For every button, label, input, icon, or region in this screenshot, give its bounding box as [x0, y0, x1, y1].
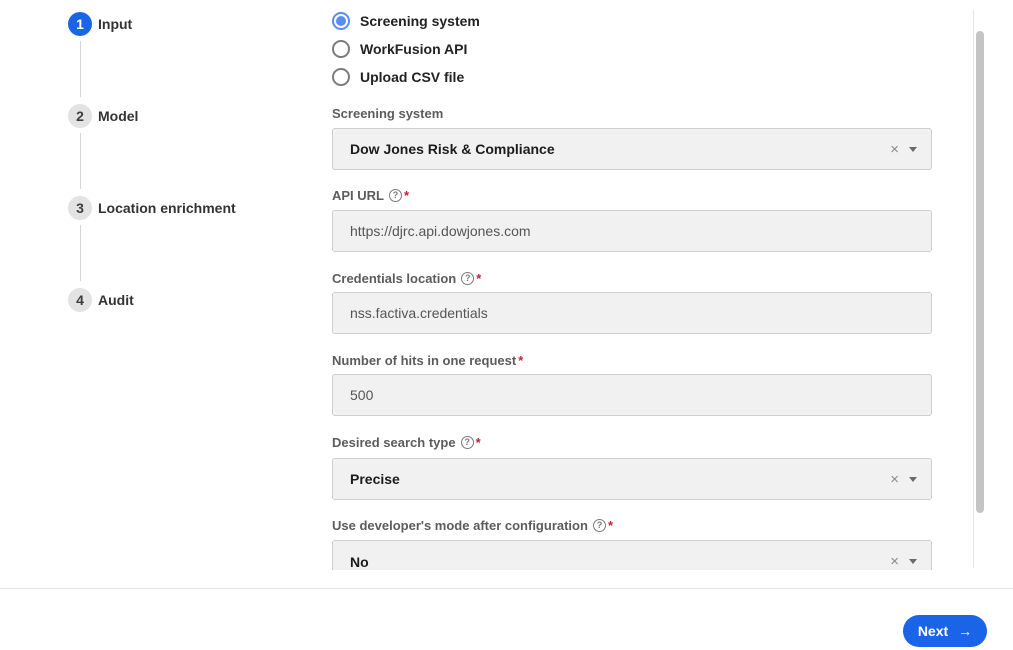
help-icon[interactable]: ? [592, 519, 606, 532]
step-label: Location enrichment [98, 200, 236, 216]
clear-icon[interactable]: × [890, 471, 899, 488]
step-input[interactable]: 1 Input [68, 12, 132, 36]
radio-screening-system[interactable]: Screening system [332, 12, 480, 30]
required-marker: * [607, 518, 613, 533]
radio-button[interactable] [332, 40, 350, 58]
step-label: Audit [98, 292, 134, 308]
step-connector [80, 133, 81, 189]
radio-workfusion-api[interactable]: WorkFusion API [332, 40, 467, 58]
credentials-location-input[interactable]: nss.factiva.credentials [332, 292, 932, 334]
next-button-label: Next [917, 623, 949, 639]
radio-button[interactable] [332, 12, 350, 30]
scrollbar-thumb[interactable] [976, 31, 984, 513]
hits-input[interactable]: 500 [332, 374, 932, 416]
search-type-select[interactable]: Precise × [332, 458, 932, 500]
required-marker: * [404, 188, 410, 203]
input-value: 500 [350, 387, 374, 403]
input-value: https://djrc.api.dowjones.com [350, 223, 531, 239]
step-number: 1 [68, 12, 92, 36]
developer-mode-select[interactable]: No × [332, 540, 932, 570]
clear-icon[interactable]: × [890, 553, 899, 570]
api-url-label: API URL ? * [332, 188, 410, 203]
radio-label: WorkFusion API [360, 41, 468, 57]
developer-mode-label: Use developer's mode after configuration… [332, 518, 613, 533]
chevron-down-icon[interactable] [909, 558, 917, 564]
step-number: 3 [68, 196, 92, 220]
required-marker: * [476, 271, 482, 286]
credentials-location-label: Credentials location ? * [332, 271, 482, 286]
next-button[interactable]: Next → [903, 615, 987, 647]
input-value: nss.factiva.credentials [350, 305, 488, 321]
radio-button[interactable] [332, 68, 350, 86]
chevron-down-icon[interactable] [909, 476, 917, 482]
select-value: Precise [350, 471, 400, 487]
radio-label: Screening system [360, 13, 480, 29]
step-location-enrichment[interactable]: 3 Location enrichment [68, 196, 236, 220]
step-number: 4 [68, 288, 92, 312]
select-value: No [350, 554, 369, 570]
chevron-down-icon[interactable] [909, 146, 917, 152]
required-marker: * [518, 353, 524, 368]
help-icon[interactable]: ? [389, 189, 402, 202]
step-audit[interactable]: 4 Audit [68, 288, 134, 312]
required-marker: * [475, 435, 481, 450]
screening-system-label: Screening system [332, 106, 444, 121]
step-model[interactable]: 2 Model [68, 104, 138, 128]
help-icon[interactable]: ? [461, 272, 475, 285]
hits-label: Number of hits in one request * [332, 353, 524, 368]
api-url-input[interactable]: https://djrc.api.dowjones.com [332, 210, 932, 252]
step-label: Input [98, 16, 133, 32]
step-label: Model [98, 108, 139, 124]
screening-system-select[interactable]: Dow Jones Risk & Compliance × [332, 128, 932, 170]
step-connector [80, 41, 81, 97]
select-value: Dow Jones Risk & Compliance [350, 141, 555, 157]
footer-divider [0, 588, 1013, 589]
radio-label: Upload CSV file [360, 69, 465, 85]
radio-upload-csv[interactable]: Upload CSV file [332, 68, 464, 86]
clear-icon[interactable]: × [890, 141, 899, 158]
step-connector [80, 225, 81, 281]
help-icon[interactable]: ? [460, 436, 474, 449]
arrow-right-icon: → [958, 623, 973, 639]
step-number: 2 [68, 104, 92, 128]
input-form: Screening system WorkFusion API Upload C… [332, 0, 932, 570]
search-type-label: Desired search type ? * [332, 435, 481, 450]
